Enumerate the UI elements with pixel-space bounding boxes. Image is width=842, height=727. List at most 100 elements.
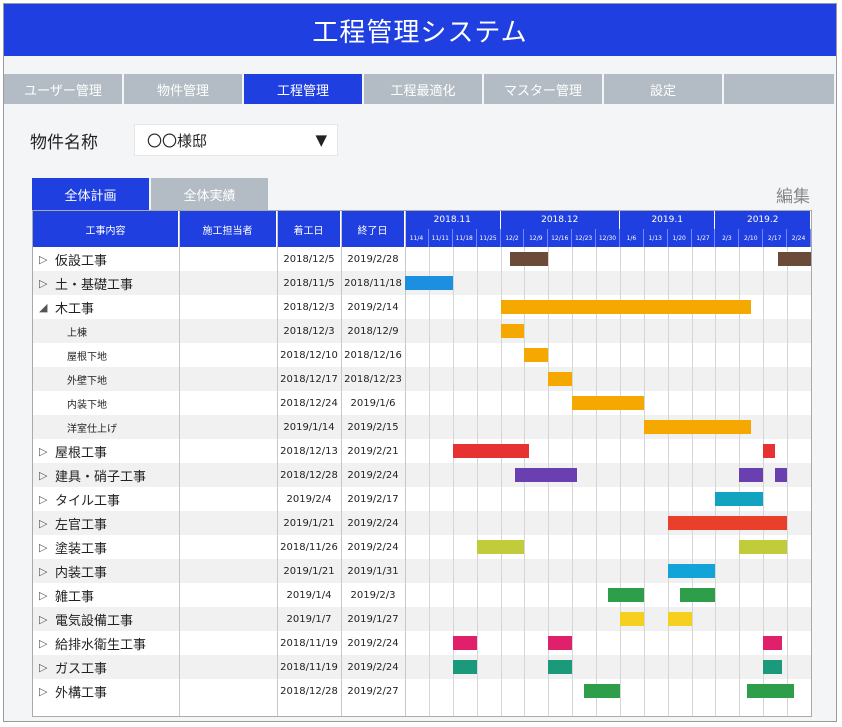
- gantt-bar[interactable]: [608, 588, 644, 602]
- gantt-gridline: [596, 247, 598, 716]
- expand-icon[interactable]: ▷: [39, 445, 55, 458]
- gantt-bar[interactable]: [739, 540, 788, 554]
- nav-tab-2[interactable]: 工程管理: [244, 74, 364, 104]
- gantt-bar[interactable]: [679, 588, 716, 602]
- gantt-bar[interactable]: [739, 468, 764, 482]
- task-name-cell: 上棟: [67, 319, 87, 343]
- task-name: 屋根工事: [55, 445, 108, 461]
- end-date: 2019/2/27: [347, 685, 399, 697]
- task-name: 上棟: [67, 327, 87, 339]
- week-label: 2/10: [739, 229, 764, 247]
- nav-tab-1[interactable]: 物件管理: [124, 74, 244, 104]
- end-date: 2019/1/6: [350, 397, 396, 409]
- task-name: 左官工事: [55, 517, 108, 533]
- end-date: 2019/1/31: [347, 565, 399, 577]
- column-header-1: 施工担当者: [179, 211, 277, 247]
- week-label: 1/6: [620, 229, 644, 247]
- table-row: ▷ ガス工事 2018/11/19 2019/2/24: [33, 655, 811, 679]
- task-name: ガス工事: [55, 661, 108, 677]
- gantt-bar[interactable]: [510, 252, 549, 266]
- gantt-bar[interactable]: [715, 492, 764, 506]
- nav-tab-4[interactable]: マスター管理: [484, 74, 604, 104]
- gantt-bar[interactable]: [777, 252, 811, 266]
- gantt-bar[interactable]: [548, 660, 573, 674]
- gantt-bar[interactable]: [746, 684, 795, 698]
- gantt-bar[interactable]: [763, 660, 783, 674]
- table-row: 内装下地 2018/12/24 2019/1/6: [33, 391, 811, 415]
- expand-icon[interactable]: ▷: [39, 469, 55, 482]
- gantt-bar[interactable]: [667, 516, 788, 530]
- gantt-bar[interactable]: [584, 684, 620, 698]
- task-name-cell: ▷ 内装工事: [39, 559, 107, 583]
- subtab-1[interactable]: 全体実績: [151, 178, 268, 210]
- dropdown-arrow-icon[interactable]: ▼: [315, 131, 327, 149]
- task-name: 外壁下地: [67, 375, 107, 387]
- task-name: 建具・硝子工事: [55, 469, 147, 485]
- month-label: 2018.11: [405, 211, 501, 229]
- end-date: 2018/12/9: [347, 325, 399, 337]
- expand-icon[interactable]: ▷: [39, 637, 55, 650]
- gantt-bar[interactable]: [524, 348, 549, 362]
- gantt-bar[interactable]: [643, 420, 752, 434]
- week-label: 1/27: [692, 229, 716, 247]
- gantt-bar[interactable]: [452, 444, 530, 458]
- gantt-bar[interactable]: [667, 564, 716, 578]
- gantt-gridline: [691, 247, 693, 716]
- gantt-bar[interactable]: [452, 660, 477, 674]
- column-divider: [179, 211, 180, 716]
- property-select[interactable]: 〇〇様邸 ▼: [134, 124, 338, 156]
- expand-icon[interactable]: ▷: [39, 589, 55, 602]
- gantt-bar[interactable]: [500, 300, 752, 314]
- gantt-gridline: [619, 247, 621, 716]
- gantt-bar[interactable]: [775, 468, 788, 482]
- week-label: 12/9: [524, 229, 549, 247]
- gantt-bar[interactable]: [476, 540, 525, 554]
- nav-tab-5[interactable]: 設定: [604, 74, 724, 104]
- gantt-bar[interactable]: [548, 636, 573, 650]
- nav-tab-3[interactable]: 工程最適化: [364, 74, 484, 104]
- expand-icon[interactable]: ▷: [39, 613, 55, 626]
- table-row: ▷ タイル工事 2019/2/4 2019/2/17: [33, 487, 811, 511]
- collapse-icon[interactable]: ◢: [39, 301, 55, 314]
- expand-icon[interactable]: ▷: [39, 493, 55, 506]
- task-name-cell: ▷ 外構工事: [39, 679, 107, 703]
- week-label: 2/3: [715, 229, 740, 247]
- task-name-cell: ▷ 左官工事: [39, 511, 107, 535]
- month-label: 2019.1: [620, 211, 716, 229]
- property-select-value: 〇〇様邸: [147, 131, 208, 150]
- nav-tab-6[interactable]: [724, 74, 836, 104]
- task-name: 雑工事: [55, 589, 95, 605]
- gantt-bar[interactable]: [452, 636, 477, 650]
- gantt-bar[interactable]: [548, 372, 573, 386]
- gantt-bar[interactable]: [667, 612, 692, 626]
- week-label: 12/16: [548, 229, 573, 247]
- task-name-cell: ▷ 仮設工事: [39, 247, 107, 271]
- week-label: 11/18: [453, 229, 477, 247]
- app-window: 工程管理システム ユーザー管理 物件管理 工程管理 工程最適化 マスター管理 設定 物件名…: [3, 3, 837, 722]
- gantt-bar[interactable]: [572, 396, 644, 410]
- start-date: 2018/12/28: [280, 469, 338, 481]
- expand-icon[interactable]: ▷: [39, 565, 55, 578]
- task-name: 電気設備工事: [55, 613, 134, 629]
- expand-icon[interactable]: ▷: [39, 517, 55, 530]
- edit-link[interactable]: 編集: [776, 182, 810, 207]
- gantt-bar[interactable]: [405, 276, 453, 290]
- nav-tab-0[interactable]: ユーザー管理: [4, 74, 124, 104]
- expand-icon[interactable]: ▷: [39, 277, 55, 290]
- expand-icon[interactable]: ▷: [39, 685, 55, 698]
- gantt-bar[interactable]: [514, 468, 577, 482]
- end-date: 2019/2/24: [347, 517, 399, 529]
- task-name: 仮設工事: [55, 253, 108, 269]
- start-date: 2018/11/5: [283, 277, 335, 289]
- expand-icon[interactable]: ▷: [39, 661, 55, 674]
- expand-icon[interactable]: ▷: [39, 253, 55, 266]
- expand-icon[interactable]: ▷: [39, 541, 55, 554]
- gantt-bar[interactable]: [500, 324, 525, 338]
- gantt-bar[interactable]: [763, 636, 783, 650]
- task-name: 内装工事: [55, 565, 108, 581]
- gantt-bar[interactable]: [763, 444, 776, 458]
- start-date: 2018/12/5: [283, 253, 335, 265]
- start-date: 2018/12/10: [280, 349, 338, 361]
- subtab-0[interactable]: 全体計画: [32, 178, 149, 210]
- gantt-bar[interactable]: [619, 612, 644, 626]
